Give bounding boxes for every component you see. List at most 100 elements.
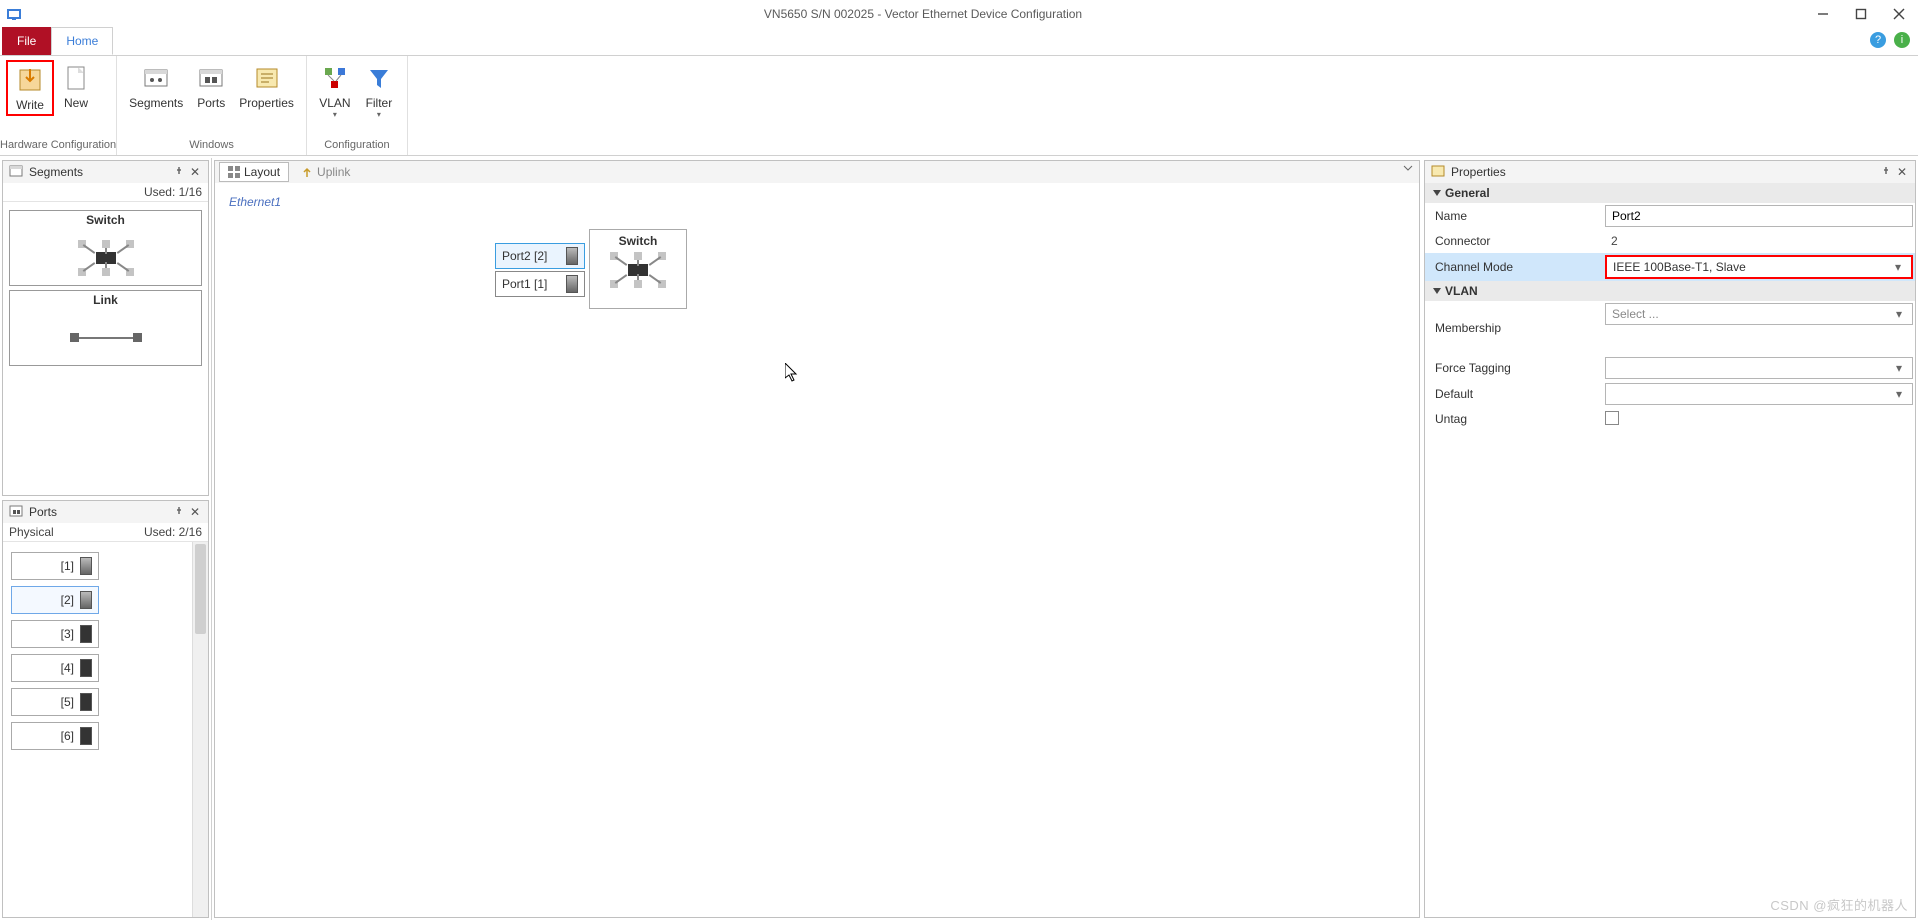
group-vlan[interactable]: VLAN [1425, 281, 1915, 301]
close-panel-icon[interactable]: ✕ [188, 165, 202, 179]
canvas-switch[interactable]: Switch [589, 229, 687, 309]
vlan-label: VLAN [319, 96, 350, 110]
membership-select[interactable]: Select ... ▾ [1605, 303, 1913, 325]
write-icon [14, 64, 46, 96]
vlan-icon [319, 62, 351, 94]
ethernet-label: Ethernet1 [229, 195, 281, 209]
segment-link-title: Link [12, 293, 199, 307]
port-row[interactable]: [1] [11, 552, 99, 580]
segments-panel-icon [9, 164, 25, 180]
port-chip-icon [80, 591, 92, 609]
layout-icon [228, 166, 240, 178]
filter-icon [363, 62, 395, 94]
port-row[interactable]: [5] [11, 688, 99, 716]
port-row[interactable]: [4] [11, 654, 99, 682]
ribbon-group-windows: Segments Ports Properties Windows [117, 56, 307, 155]
chevron-down-icon[interactable] [1403, 163, 1415, 175]
port-chip-icon [80, 557, 92, 575]
segment-item-link[interactable]: Link [9, 290, 202, 366]
watermark: CSDN @疯狂的机器人 [1770, 895, 1908, 914]
properties-icon [251, 62, 283, 94]
info-icon[interactable]: i [1894, 32, 1910, 48]
connector-value: 2 [1605, 231, 1913, 251]
ports-panel-title: Ports [29, 505, 170, 519]
port-chip-icon [80, 625, 92, 643]
tab-file[interactable]: File [2, 27, 51, 55]
ribbon-group-cfg-label: Configuration [307, 137, 407, 155]
segments-panel: Segments ✕ Used: 1/16 Switch [2, 160, 209, 496]
cursor-icon [785, 363, 799, 383]
link-icon [12, 313, 199, 363]
layout-canvas[interactable]: Ethernet1 Port2 [2] Port1 [1] Switch [215, 183, 1419, 917]
prop-membership: Membership Select ... ▾ [1425, 301, 1915, 355]
prop-force-tagging: Force Tagging ▾ [1425, 355, 1915, 381]
port-label: [1] [61, 559, 74, 573]
tab-home[interactable]: Home [51, 27, 113, 55]
prop-name-label: Name [1425, 205, 1603, 227]
port-chip-icon [80, 727, 92, 745]
group-general-label: General [1445, 186, 1490, 200]
segments-button[interactable]: Segments [123, 60, 189, 112]
help-icon[interactable]: ? [1870, 32, 1886, 48]
channel-mode-value: IEEE 100Base-T1, Slave [1613, 260, 1895, 274]
pin-icon[interactable] [1879, 165, 1893, 179]
ribbon: Write New Hardware Configuration Segment… [0, 56, 1918, 156]
ports-button[interactable]: Ports [189, 60, 233, 112]
close-panel-icon[interactable]: ✕ [1895, 165, 1909, 179]
prop-membership-label: Membership [1425, 317, 1603, 339]
maximize-icon[interactable] [1854, 7, 1868, 21]
pin-icon[interactable] [172, 165, 186, 179]
port-row[interactable]: [3] [11, 620, 99, 648]
tab-uplink-label: Uplink [317, 165, 350, 179]
properties-panel-icon [1431, 164, 1447, 180]
prop-untag: Untag [1425, 407, 1915, 431]
properties-button[interactable]: Properties [233, 60, 300, 112]
prop-channel-mode: Channel Mode IEEE 100Base-T1, Slave ▾ [1425, 253, 1915, 281]
scrollbar[interactable] [192, 542, 208, 917]
new-icon [60, 62, 92, 94]
ribbon-group-config: VLAN ▾ Filter ▾ Configuration [307, 56, 408, 155]
chevron-down-icon: ▾ [1896, 387, 1906, 401]
close-panel-icon[interactable]: ✕ [188, 505, 202, 519]
vlan-button[interactable]: VLAN ▾ [313, 60, 357, 121]
ports-panel: Ports ✕ Physical Used: 2/16 [1] [2] [3] … [2, 500, 209, 918]
channel-mode-select[interactable]: IEEE 100Base-T1, Slave ▾ [1605, 255, 1913, 279]
name-input[interactable] [1605, 205, 1913, 227]
group-vlan-label: VLAN [1445, 284, 1478, 298]
write-button[interactable]: Write [6, 60, 54, 116]
chevron-down-icon: ▾ [1895, 260, 1905, 274]
tab-layout[interactable]: Layout [219, 162, 289, 182]
scroll-thumb[interactable] [195, 544, 206, 634]
switch-icon [12, 233, 199, 283]
minimize-icon[interactable] [1816, 7, 1830, 21]
segment-item-switch[interactable]: Switch [9, 210, 202, 286]
properties-panel: Properties ✕ General Name Connector 2 Ch… [1424, 160, 1916, 918]
new-button[interactable]: New [54, 60, 98, 112]
canvas-switch-title: Switch [619, 234, 658, 248]
filter-label: Filter [366, 96, 393, 110]
force-tagging-select[interactable]: ▾ [1605, 357, 1913, 379]
default-select[interactable]: ▾ [1605, 383, 1913, 405]
tab-uplink[interactable]: Uplink [293, 163, 358, 181]
new-label: New [64, 96, 88, 110]
untag-checkbox[interactable] [1605, 411, 1619, 425]
filter-button[interactable]: Filter ▾ [357, 60, 401, 121]
group-general[interactable]: General [1425, 183, 1915, 203]
ports-panel-icon [9, 504, 25, 520]
port-chip-icon [80, 659, 92, 677]
pin-icon[interactable] [172, 505, 186, 519]
canvas-port1[interactable]: Port1 [1] [495, 271, 585, 297]
port-row[interactable]: [2] [11, 586, 99, 614]
chevron-down-icon: ▾ [1896, 307, 1906, 321]
collapse-icon [1433, 190, 1441, 196]
port-label: [5] [61, 695, 74, 709]
segments-panel-title: Segments [29, 165, 170, 179]
titlebar: VN5650 S/N 002025 - Vector Ethernet Devi… [0, 0, 1918, 28]
collapse-icon [1433, 288, 1441, 294]
close-icon[interactable] [1892, 7, 1906, 21]
write-label: Write [16, 98, 44, 112]
canvas-port2[interactable]: Port2 [2] [495, 243, 585, 269]
segments-label: Segments [129, 96, 183, 110]
ribbon-tabs: File Home ? i [0, 28, 1918, 56]
port-row[interactable]: [6] [11, 722, 99, 750]
